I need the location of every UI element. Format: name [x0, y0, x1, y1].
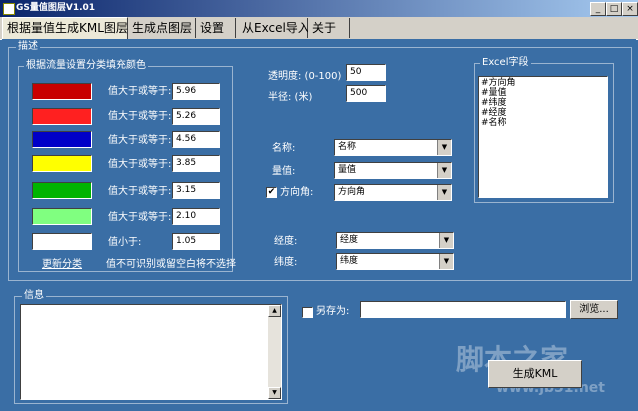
threshold-input-5[interactable]: 3.15	[172, 182, 220, 199]
chevron-down-icon[interactable]: ▼	[437, 163, 451, 178]
minimize-button[interactable]: _	[590, 2, 606, 16]
tab-strip: 根据量值生成KML图层 生成点图层 设置 从Excel导入 关于	[0, 17, 638, 40]
tab-about[interactable]: 关于	[308, 18, 350, 38]
radius-input[interactable]: 500	[346, 85, 386, 102]
threshold-label-7: 值小于:	[108, 237, 142, 248]
info-textarea[interactable]: ▲ ▼	[20, 304, 282, 400]
list-item[interactable]: #名称	[481, 118, 605, 128]
threshold-input-3[interactable]: 4.56	[172, 131, 220, 148]
longitude-field-value: 经度	[340, 235, 359, 245]
tab-excel-import[interactable]: 从Excel导入	[238, 18, 310, 38]
list-item[interactable]: #纬度	[481, 98, 605, 108]
app-icon	[3, 3, 15, 15]
name-field-select[interactable]: 名称 ▼	[334, 139, 452, 156]
save-as-checkbox[interactable]	[302, 307, 313, 318]
color-swatch-4[interactable]	[32, 155, 92, 172]
longitude-field-select[interactable]: 经度 ▼	[336, 232, 454, 249]
direction-field-value: 方向角	[338, 187, 366, 197]
threshold-input-6[interactable]: 2.10	[172, 208, 220, 225]
excel-fields-legend: Excel字段	[480, 57, 531, 69]
threshold-input-7[interactable]: 1.05	[172, 233, 220, 250]
list-item[interactable]: #量值	[481, 88, 605, 98]
direction-field-label: 方向角:	[280, 187, 314, 198]
list-item[interactable]: #经度	[481, 108, 605, 118]
color-swatch-6[interactable]	[32, 208, 92, 225]
info-legend: 信息	[22, 290, 46, 302]
scroll-up-icon[interactable]: ▲	[268, 305, 281, 317]
maximize-button[interactable]: □	[606, 2, 622, 16]
window-title: GS量值图层V1.01	[16, 3, 96, 13]
color-swatch-2[interactable]	[32, 108, 92, 125]
describe-legend: 描述	[16, 41, 40, 53]
threshold-label-1: 值大于或等于:	[108, 86, 172, 97]
radius-label: 半径: (米)	[268, 92, 313, 103]
chevron-down-icon[interactable]: ▼	[439, 254, 453, 269]
direction-field-select[interactable]: 方向角 ▼	[334, 184, 452, 201]
amount-field-label: 量值:	[272, 166, 296, 177]
color-swatch-1[interactable]	[32, 83, 92, 100]
generate-kml-button[interactable]: 生成KML	[488, 360, 582, 388]
scroll-down-icon[interactable]: ▼	[268, 387, 281, 399]
name-field-value: 名称	[338, 142, 357, 152]
chevron-down-icon[interactable]: ▼	[439, 233, 453, 248]
name-field-label: 名称:	[272, 143, 296, 154]
color-note: 值不可识别或留空白将不选择	[106, 259, 236, 270]
opacity-label: 透明度: (0-100)	[268, 71, 342, 82]
threshold-label-5: 值大于或等于:	[108, 186, 172, 197]
threshold-label-6: 值大于或等于:	[108, 212, 172, 223]
info-scrollbar[interactable]: ▲ ▼	[268, 305, 281, 399]
longitude-field-label: 经度:	[274, 236, 298, 247]
latitude-field-label: 纬度:	[274, 257, 298, 268]
save-as-label: 另存为:	[316, 306, 350, 317]
chevron-down-icon[interactable]: ▼	[437, 140, 451, 155]
latitude-field-value: 纬度	[340, 256, 359, 266]
threshold-label-4: 值大于或等于:	[108, 159, 172, 170]
tab-point-layer[interactable]: 生成点图层	[128, 18, 196, 38]
color-swatch-5[interactable]	[32, 182, 92, 199]
amount-field-value: 量值	[338, 165, 357, 175]
threshold-label-3: 值大于或等于:	[108, 135, 172, 146]
excel-fields-list[interactable]: #方向角 #量值 #纬度 #经度 #名称	[478, 76, 608, 198]
direction-checkbox[interactable]: ✔	[266, 187, 277, 198]
color-swatch-3[interactable]	[32, 131, 92, 148]
chevron-down-icon[interactable]: ▼	[437, 185, 451, 200]
refresh-classes-link[interactable]: 更新分类	[42, 258, 82, 272]
latitude-field-select[interactable]: 纬度 ▼	[336, 253, 454, 270]
amount-field-select[interactable]: 量值 ▼	[334, 162, 452, 179]
tab-settings[interactable]: 设置	[196, 18, 236, 38]
list-item[interactable]: #方向角	[481, 78, 605, 88]
opacity-input[interactable]: 50	[346, 64, 386, 81]
save-as-path-input[interactable]	[360, 301, 566, 318]
color-group-legend: 根据流量设置分类填充颜色	[24, 60, 148, 72]
close-button[interactable]: ×	[622, 2, 638, 16]
threshold-input-4[interactable]: 3.85	[172, 155, 220, 172]
threshold-label-2: 值大于或等于:	[108, 111, 172, 122]
threshold-input-2[interactable]: 5.26	[172, 108, 220, 125]
browse-button[interactable]: 浏览...	[570, 300, 618, 319]
color-swatch-7[interactable]	[32, 233, 92, 250]
tab-kml-layer[interactable]: 根据量值生成KML图层	[2, 17, 128, 39]
title-bar: GS量值图层V1.01 _ □ ×	[0, 0, 638, 17]
threshold-input-1[interactable]: 5.96	[172, 83, 220, 100]
